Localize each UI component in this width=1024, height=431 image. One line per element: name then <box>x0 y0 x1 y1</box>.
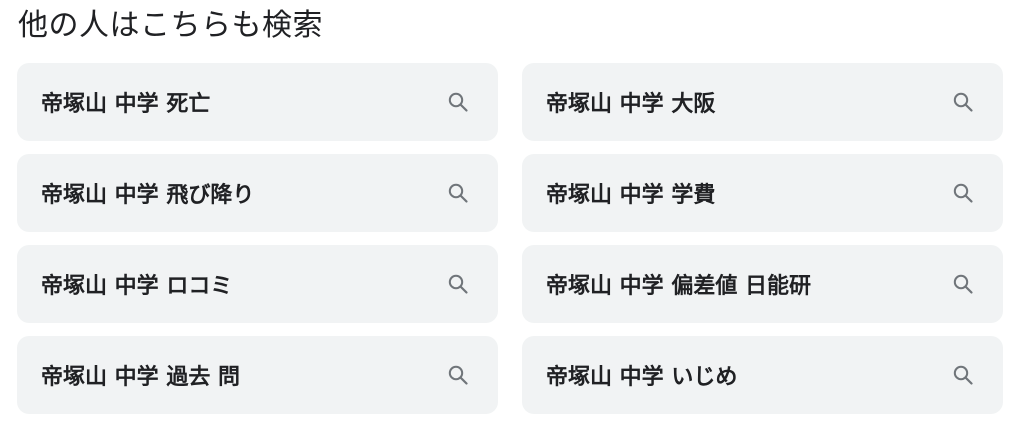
related-search-label: 帝塚山 中学 学費 <box>546 183 716 208</box>
related-search-label: 帝塚山 中学 死亡 <box>41 92 211 117</box>
search-icon <box>446 90 470 114</box>
related-search-chip[interactable]: 帝塚山 中学 飛び降り <box>17 154 498 232</box>
related-search-label: 帝塚山 中学 ロコミ <box>41 274 233 299</box>
related-search-label: 帝塚山 中学 過去 問 <box>41 365 240 390</box>
related-search-chip[interactable]: 帝塚山 中学 いじめ <box>522 336 1003 414</box>
search-icon <box>446 272 470 296</box>
search-icon <box>951 272 975 296</box>
related-search-chip[interactable]: 帝塚山 中学 死亡 <box>17 63 498 141</box>
search-icon <box>446 363 470 387</box>
search-icon <box>951 363 975 387</box>
related-search-label: 帝塚山 中学 大阪 <box>546 92 716 117</box>
search-icon <box>446 181 470 205</box>
related-search-label: 帝塚山 中学 いじめ <box>546 365 738 390</box>
section-title: 他の人はこちらも検索 <box>18 8 323 43</box>
related-search-label: 帝塚山 中学 偏差値 日能研 <box>546 274 811 299</box>
related-search-label: 帝塚山 中学 飛び降り <box>41 183 255 208</box>
related-search-chip[interactable]: 帝塚山 中学 ロコミ <box>17 245 498 323</box>
related-search-chip[interactable]: 帝塚山 中学 過去 問 <box>17 336 498 414</box>
related-search-chip[interactable]: 帝塚山 中学 学費 <box>522 154 1003 232</box>
related-searches-grid: 帝塚山 中学 死亡 帝塚山 中学 大阪 帝塚山 中学 飛び降り 帝塚山 中学 学… <box>17 63 1003 414</box>
related-search-chip[interactable]: 帝塚山 中学 偏差値 日能研 <box>522 245 1003 323</box>
related-search-chip[interactable]: 帝塚山 中学 大阪 <box>522 63 1003 141</box>
search-icon <box>951 90 975 114</box>
search-icon <box>951 181 975 205</box>
